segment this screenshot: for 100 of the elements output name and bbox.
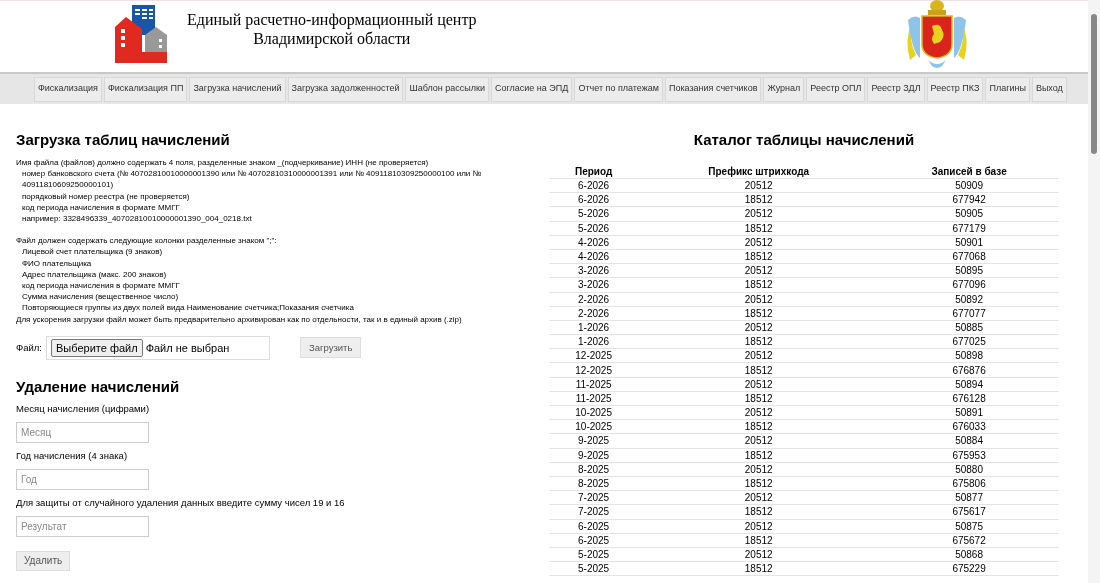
table-cell: 5-2026 [549,206,639,222]
site-title: Владимирской области [253,29,411,48]
column-header: Префикс штрихкода [638,165,880,179]
table-cell: 10-2025 [549,419,639,434]
table-cell: 677179 [879,221,1059,236]
table-cell: 1-2026 [549,320,639,335]
table-cell: 18512 [638,192,880,207]
section-title: Загрузка таблиц начислений [16,131,231,149]
nav-button[interactable]: Фискализация ПП [104,76,188,102]
table-cell: 2-2026 [549,292,639,307]
instruction-text: Для ускорения загрузки файл может быть предварительно архивирован как по отдельности, так и в единый архив (.zip) [16,313,463,325]
nav-button[interactable]: Загрузка начислений [189,76,286,102]
nav-button[interactable]: Шаблон рассылки [405,76,489,102]
table-cell: 50891 [879,405,1059,420]
nav-button[interactable]: Плагины [985,76,1030,102]
table-cell: 18512 [638,221,880,236]
input-field[interactable]: Результат [16,515,149,537]
file-field[interactable]: Выберите файл Файл не выбран [46,335,270,360]
nav-button[interactable]: Показания счетчиков [664,76,762,102]
table-cell: 20512 [638,320,880,335]
table-cell: 20512 [638,178,880,193]
table-cell: 12-2025 [549,348,639,363]
table-cell: 11-2025 [549,391,639,406]
catalog-title: Каталог таблицы начислений [692,131,916,149]
field-label: Файл: [16,340,42,355]
table-cell: 20512 [638,348,880,363]
instruction-text: Лицевой счет плательщика (9 знаков) [21,246,164,258]
nav-button[interactable]: Реестр ПКЗ [926,76,984,102]
table-cell: 5-2025 [549,561,639,576]
table-cell: 18512 [638,561,880,576]
table-cell: 20512 [638,292,880,307]
table-cell: 20512 [638,519,880,534]
table-cell: 18512 [638,306,880,321]
nav-button[interactable]: Выход [1031,76,1067,102]
table-cell: 4-2026 [549,235,639,250]
instruction-text: номер банковского счета (№ 40702810010000001390 или № 40702810310000001391 или № 40911810309250000100 или № 40911810609250000101) [21,168,483,191]
table-cell: 50877 [879,490,1059,505]
table-cell: 6-2025 [549,519,639,534]
field-label: Для защиты от случайного удаления данных введите сумму чисел 19 и 16 [16,495,346,510]
field-label: Месяц начисления (цифрами) [16,401,151,416]
table-cell: 50880 [879,462,1059,477]
upload-button[interactable]: Загрузить [300,337,362,359]
table-cell: 18512 [638,362,880,378]
input-field[interactable]: Месяц [16,421,149,443]
table-cell: 11-2025 [549,377,639,392]
section-title: Удаление начислений [16,377,181,396]
table-cell: 675229 [879,561,1059,576]
table-cell: 20512 [638,547,880,562]
table-cell: 50895 [879,263,1059,278]
table-cell: 675953 [879,448,1059,463]
table-cell: 8-2025 [549,462,639,477]
table-cell: 677025 [879,334,1059,349]
table-cell: 20512 [638,235,880,250]
table-cell: 18512 [638,419,880,434]
table-cell: 9-2025 [549,433,639,449]
table-cell: 675672 [879,533,1059,548]
table-cell: 50901 [879,235,1059,250]
table-cell: 18512 [638,391,880,406]
table-cell: 3-2026 [549,277,639,292]
choose-file-button[interactable]: Выберите файл [51,338,143,357]
nav-button[interactable]: Фискализация [34,76,102,102]
table-cell: 20512 [638,206,880,222]
nav-button[interactable]: Согласие на ЭПД [491,76,573,102]
site-title: Единый расчетно-информационный центр [187,9,477,29]
table-cell: 677068 [879,249,1059,264]
nav-button[interactable]: Журнал [763,76,805,102]
nav-button[interactable]: Отчет по платежам [574,76,663,102]
input-field[interactable]: Год [16,468,149,490]
table-cell: 18512 [638,533,880,548]
nav-button[interactable]: Реестр ЗДЛ [867,76,925,102]
table-cell: 677942 [879,192,1059,207]
instruction-text: Повторяющиеся группы из двух полей вида Наименование счетчика;Показания счетчика [21,302,355,314]
table-cell: 18512 [638,249,880,264]
instruction-text: Файл должен содержать следующие колонки разделенные знаком ";": [16,235,278,247]
table-cell: 50898 [879,348,1059,363]
instruction-text: код периода начисления в формате ММГГ [21,201,181,213]
file-status: Файл не выбран [145,340,230,356]
instruction-text: ФИО плательщика [21,257,93,269]
table-cell: 20512 [638,263,880,278]
table-cell: 50885 [879,320,1059,335]
instruction-text: например: 3328496339_40702810010000001390_004_0218.txt [21,213,253,225]
table-cell: 20512 [638,490,880,505]
table-cell: 50892 [879,292,1059,307]
table-cell: 18512 [638,476,880,491]
table-cell: 5-2025 [549,547,639,562]
instruction-text: Имя файла (файлов) должно содержать 4 поля, разделенные знаком _(подчеркивание) ИНН (не проверяется) [16,157,430,169]
table-cell: 3-2026 [549,263,639,278]
instruction-text: код периода начисления в формате ММГГ [21,280,181,292]
nav-button[interactable]: Реестр ОПЛ [806,76,866,102]
table-cell: 677077 [879,306,1059,321]
table-cell: 18512 [638,277,880,292]
table-cell: 12-2025 [549,362,639,378]
table-cell: 10-2025 [549,405,639,420]
table-cell: 676033 [879,419,1059,434]
table-cell: 20512 [638,377,880,392]
table-cell: 677096 [879,277,1059,292]
table-cell: 50884 [879,433,1059,449]
table-cell: 2-2026 [549,306,639,321]
delete-button[interactable]: Удалить [16,550,71,571]
nav-button[interactable]: Загрузка задолженностей [287,76,404,102]
